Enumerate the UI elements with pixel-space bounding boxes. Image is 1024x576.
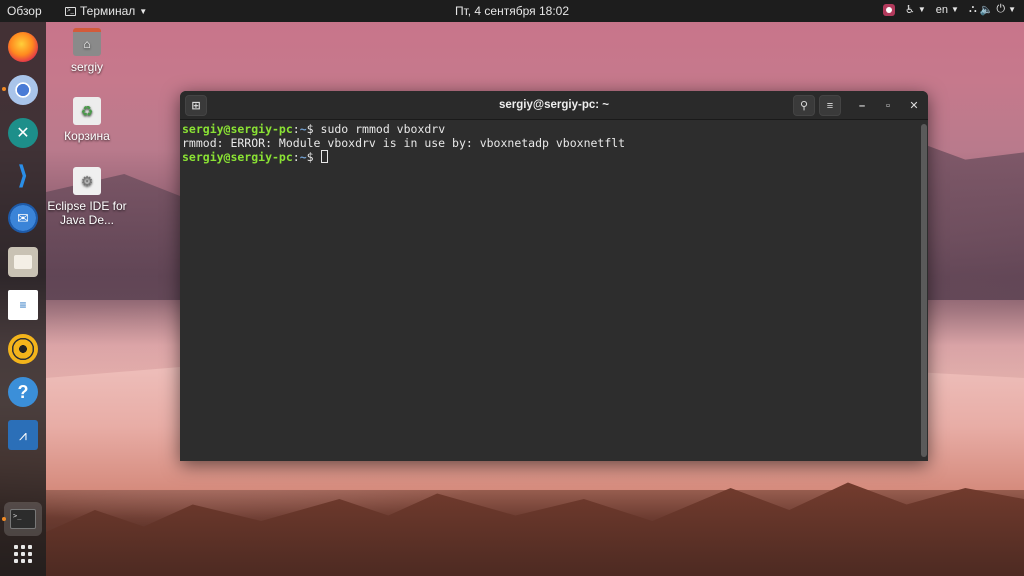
- files-icon[interactable]: [8, 247, 38, 277]
- language-menu[interactable]: en ▼: [936, 4, 959, 16]
- desktop-icon-label: Корзина: [64, 129, 110, 143]
- app-menu-label: Терминал: [80, 4, 136, 18]
- search-icon: ⚲: [799, 100, 809, 112]
- maximize-icon: ▫: [886, 99, 890, 112]
- grid-icon: [14, 545, 32, 563]
- output-text: rmmod: ERROR: Module vboxdrv is in use b…: [182, 136, 626, 150]
- prompt-user: sergiy@sergiy-pc: [182, 150, 293, 164]
- prompt-user: sergiy@sergiy-pc: [182, 122, 293, 136]
- running-indicator: [2, 87, 6, 91]
- terminal-line: sergiy@sergiy-pc:~$: [182, 150, 918, 164]
- prompt-symbol: $: [306, 150, 321, 164]
- thunderbird-icon[interactable]: ✉: [8, 203, 38, 233]
- eclipse-launcher-icon: [73, 167, 101, 195]
- desktop-icon-home[interactable]: sergiy: [47, 28, 127, 74]
- chevron-down-icon: ▼: [951, 5, 959, 14]
- help-icon[interactable]: ?: [8, 377, 38, 407]
- firefox-icon[interactable]: [8, 32, 38, 62]
- power-icon: ⏻: [996, 3, 1006, 15]
- terminal-header-bar[interactable]: ⊞ sergiy@sergiy-pc: ~ ⚲ ≡ – ▫ ✕: [180, 91, 928, 120]
- chromium-icon[interactable]: [8, 75, 38, 105]
- terminal-line: rmmod: ERROR: Module vboxdrv is in use b…: [182, 136, 918, 150]
- volume-icon: 🔈: [979, 4, 994, 16]
- scrollbar-thumb[interactable]: [921, 124, 927, 457]
- terminal-scrollbar[interactable]: [920, 120, 928, 461]
- prompt-symbol: $: [306, 122, 321, 136]
- terminal-icon: >_: [65, 6, 76, 16]
- hamburger-icon: ≡: [826, 99, 834, 112]
- chevron-down-icon: ▼: [917, 5, 926, 14]
- desktop-icon-eclipse[interactable]: Eclipse IDE for Java De...: [47, 167, 127, 227]
- accessibility-icon: ♿: [905, 4, 915, 16]
- menu-button[interactable]: ≡: [819, 95, 841, 116]
- maximize-button[interactable]: ▫: [877, 95, 899, 116]
- network-icon: ⛬: [968, 3, 977, 15]
- command-text: sudo rmmod vboxdrv: [320, 122, 446, 136]
- show-applications-button[interactable]: [8, 539, 38, 569]
- terminal-icon: >_: [10, 509, 36, 529]
- language-label: en: [935, 3, 949, 16]
- chevron-down-icon: ▼: [139, 6, 148, 16]
- system-menu[interactable]: ⛬ 🔈 ⏻ ▼: [969, 3, 1016, 16]
- clock[interactable]: Пт, 4 сентября 18:02: [455, 4, 569, 18]
- prompt-path: ~: [299, 150, 307, 164]
- trash-icon: [73, 97, 101, 125]
- running-indicator: [2, 517, 6, 521]
- desktop-icon-label: Eclipse IDE for Java De...: [47, 199, 127, 227]
- clock-container: Пт, 4 сентября 18:02: [0, 4, 1024, 18]
- rhythmbox-icon[interactable]: [8, 334, 38, 364]
- terminal-dock-icon[interactable]: >_: [4, 502, 42, 536]
- app-indicator-icon: [883, 3, 895, 16]
- app-x-icon[interactable]: ✕: [8, 118, 38, 148]
- window-title: sergiy@sergiy-pc: ~: [499, 99, 609, 111]
- prompt-path: ~: [299, 122, 307, 136]
- app-menu[interactable]: >_ Терминал ▼: [65, 4, 147, 18]
- writer-icon[interactable]: ≡: [8, 290, 38, 320]
- top-bar: Обзор >_ Терминал ▼ Пт, 4 сентября 18:02…: [0, 0, 1024, 22]
- minimize-icon: –: [858, 99, 866, 112]
- terminal-window: ⊞ sergiy@sergiy-pc: ~ ⚲ ≡ – ▫ ✕ sergiy@s…: [180, 91, 928, 461]
- text-cursor: [320, 150, 328, 163]
- home-folder-icon: [73, 28, 101, 56]
- search-button[interactable]: ⚲: [793, 95, 815, 116]
- dock: ✕ ⟩ ✉ ≡ ? ⩘ >_: [0, 22, 46, 576]
- close-button[interactable]: ✕: [903, 95, 925, 116]
- minimize-button[interactable]: –: [851, 95, 873, 116]
- activities-button[interactable]: Обзор: [7, 4, 42, 18]
- system-tray: ♿ ▼ en ▼ ⛬ 🔈 ⏻ ▼: [883, 3, 1016, 16]
- vscode-icon[interactable]: ⟩: [8, 160, 38, 190]
- notification-indicator[interactable]: [883, 3, 895, 16]
- terminal-output[interactable]: sergiy@sergiy-pc:~$ sudo rmmod vboxdrv rm…: [180, 120, 920, 461]
- prompt-separator: :: [292, 150, 300, 164]
- terminal-line: sergiy@sergiy-pc:~$ sudo rmmod vboxdrv: [182, 122, 918, 136]
- prompt-separator: :: [292, 122, 300, 136]
- system-monitor-icon[interactable]: ⩘: [8, 420, 38, 450]
- accessibility-menu[interactable]: ♿ ▼: [905, 3, 926, 16]
- desktop-icon-trash[interactable]: Корзина: [47, 97, 127, 143]
- chevron-down-icon: ▼: [1008, 5, 1016, 14]
- close-icon: ✕: [909, 100, 919, 112]
- desktop-icon-label: sergiy: [70, 60, 103, 74]
